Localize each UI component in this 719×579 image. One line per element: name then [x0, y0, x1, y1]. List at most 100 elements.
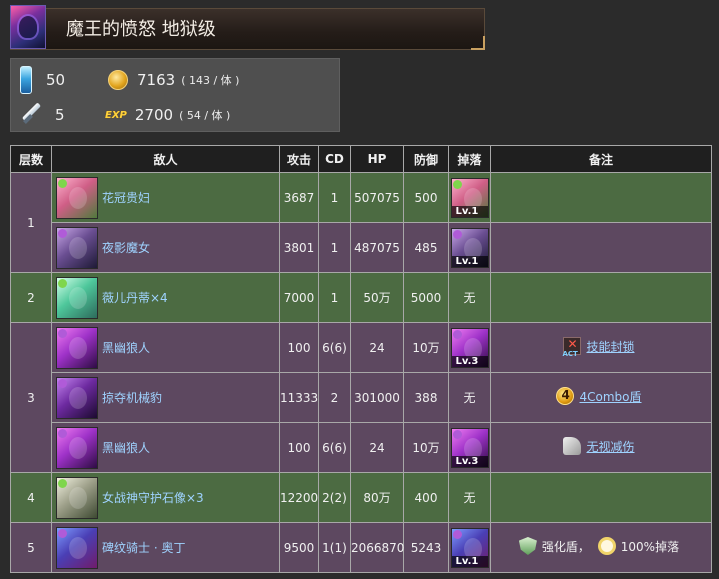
- enemy-cell: 黑幽狼人: [51, 322, 280, 373]
- hp-cell: 24: [350, 422, 404, 473]
- battle-count-value: 5: [55, 106, 65, 124]
- col-enemy: 敌人: [51, 145, 280, 173]
- drop-cell: 无: [448, 372, 491, 423]
- cd-cell: 1: [318, 172, 351, 223]
- note-link[interactable]: 技能封锁: [586, 338, 634, 355]
- stamina-potion-icon: [20, 66, 32, 94]
- defense-cell: 485: [403, 222, 449, 273]
- enemy-name-link[interactable]: 花冠贵妇: [102, 189, 150, 206]
- drop-level: Lv.3: [451, 455, 488, 467]
- shield-icon: [518, 537, 537, 555]
- enemy-portrait[interactable]: [56, 226, 98, 269]
- cd-cell: 6(6): [318, 422, 351, 473]
- floor-cell: 1: [10, 172, 52, 273]
- enemy-cell: 薇儿丹蒂×4: [51, 272, 280, 323]
- drop-card[interactable]: Lv.1: [450, 227, 489, 268]
- attack-cell: 3801: [279, 222, 319, 273]
- drop-card[interactable]: Lv.1: [450, 527, 489, 568]
- table-row: 4 女战神守护石像×3 12200 2(2) 80万 400 无: [10, 472, 712, 523]
- drop-card[interactable]: Lv.3: [450, 427, 489, 468]
- defense-cell: 400: [403, 472, 449, 523]
- defense-cell: 388: [403, 372, 449, 423]
- enemy-name-link[interactable]: 女战神守护石像×3: [102, 489, 204, 506]
- col-defense: 防御: [403, 145, 449, 173]
- table-row: 3 黑幽狼人 100 6(6) 24 10万 Lv.3 ✕ ACT 技能封锁: [10, 322, 712, 473]
- enemy-portrait[interactable]: [56, 176, 98, 219]
- enemy-portrait[interactable]: [56, 376, 98, 419]
- enemy-name-link[interactable]: 碑纹骑士 · 奥丁: [102, 539, 185, 556]
- skill-seal-icon: [562, 337, 582, 358]
- defense-cell: 10万: [403, 322, 449, 373]
- enemy-portrait[interactable]: [56, 476, 98, 519]
- enemy-name-link[interactable]: 掠夺机械豹: [102, 389, 162, 406]
- defense-cell: 10万: [403, 422, 449, 473]
- notes-cell: [490, 172, 712, 223]
- stamina-value: 50: [46, 71, 66, 89]
- hp-cell: 487075: [350, 222, 404, 273]
- drop-card[interactable]: Lv.3: [450, 327, 489, 368]
- note-link[interactable]: 4Combo盾: [579, 388, 641, 405]
- col-cd: CD: [318, 145, 351, 173]
- enemy-cell: 女战神守护石像×3: [51, 472, 280, 523]
- cd-cell: 1: [318, 222, 351, 273]
- stage-cost-panel: 50 5 7163 ( 143 / 体 ) EXP 2700 ( 54 / 体 …: [10, 58, 340, 132]
- gold-coin-icon: [108, 70, 128, 90]
- enemy-name-link[interactable]: 薇儿丹蒂×4: [102, 289, 168, 306]
- table-row: 夜影魔女 3801 1 487075 485 Lv.1: [11, 222, 712, 273]
- hp-cell: 80万: [350, 472, 404, 523]
- page-title: 魔王的愤怒 地狱级: [66, 19, 216, 40]
- cd-cell: 2(2): [318, 472, 351, 523]
- cd-cell: 6(6): [318, 322, 351, 373]
- attack-cell: 11333: [279, 372, 319, 423]
- enemy-portrait[interactable]: [56, 326, 98, 369]
- notes-cell: 4Combo盾: [490, 372, 712, 423]
- enemy-cell: 夜影魔女: [51, 222, 280, 273]
- enemy-name-link[interactable]: 黑幽狼人: [102, 339, 150, 356]
- hp-cell: 301000: [350, 372, 404, 423]
- floor-cell: 2: [10, 272, 52, 323]
- enemy-cell: 花冠贵妇: [51, 172, 280, 223]
- defense-cell: 5243: [403, 522, 449, 573]
- table-row: 2 薇儿丹蒂×4 7000 1 50万 5000 无: [10, 272, 712, 323]
- cd-cell: 1: [318, 272, 351, 323]
- enemy-cell: 掠夺机械豹: [51, 372, 280, 423]
- floor-cell: 5: [10, 522, 52, 573]
- col-drop: 掉落: [448, 145, 491, 173]
- table-header-row: 层数 敌人 攻击 CD HP 防御 掉落 备注: [10, 145, 712, 173]
- enemy-portrait[interactable]: [56, 276, 98, 319]
- exp-value: 2700: [134, 106, 174, 124]
- enemy-portrait[interactable]: [56, 426, 98, 469]
- enemy-name-link[interactable]: 夜影魔女: [102, 239, 150, 256]
- ring-icon: [597, 537, 616, 555]
- drop-level: Lv.3: [451, 355, 488, 367]
- defense-cell: 5000: [403, 272, 449, 323]
- drop-cell: Lv.1: [448, 522, 491, 573]
- notes-cell: [490, 472, 712, 523]
- attack-cell: 9500: [279, 522, 319, 573]
- enemy-name-link[interactable]: 黑幽狼人: [102, 439, 150, 456]
- drop-cell: 无: [448, 472, 491, 523]
- table-row: 5 碑纹骑士 · 奥丁 9500 1(1) 2066870 5243 Lv.1: [10, 522, 712, 573]
- table-row: 黑幽狼人 100 6(6) 24 10万 Lv.3 无视减伤: [11, 422, 712, 473]
- stamina-cost: 50: [20, 66, 65, 94]
- cd-cell: 1(1): [318, 522, 351, 573]
- attack-cell: 7000: [279, 272, 319, 323]
- enemy-portrait[interactable]: [56, 526, 98, 569]
- sword-icon: [19, 103, 43, 127]
- note-link[interactable]: 无视减伤: [586, 438, 634, 455]
- defense-cell: 500: [403, 172, 449, 223]
- floor-cell: 4: [10, 472, 52, 523]
- hp-cell: 2066870: [350, 522, 404, 573]
- drop-card[interactable]: Lv.1: [450, 177, 489, 218]
- battle-count: 5: [19, 103, 65, 127]
- cd-cell: 2: [318, 372, 351, 423]
- drop-level: Lv.1: [451, 555, 488, 567]
- drop-level: Lv.1: [451, 255, 488, 267]
- notes-cell: 无视减伤: [490, 422, 712, 473]
- gold-value: 7163: [137, 71, 176, 89]
- claw-icon: [563, 437, 582, 455]
- attack-cell: 3687: [279, 172, 319, 223]
- hp-cell: 50万: [350, 272, 404, 323]
- col-floor: 层数: [10, 145, 52, 173]
- notes-cell: 技能封锁: [490, 322, 712, 373]
